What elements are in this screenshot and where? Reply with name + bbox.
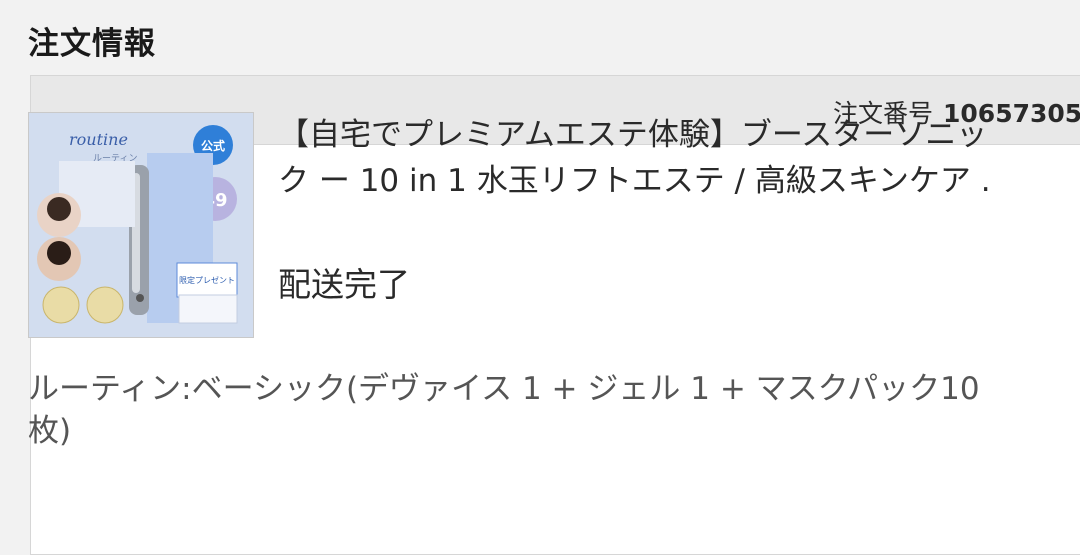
product-variant-line-2: 枚) <box>28 413 72 449</box>
image-brand: routine <box>69 130 128 149</box>
image-official-badge: 公式 <box>201 138 225 153</box>
product-thumbnail[interactable]: routine ルーティン 公式 49 限定プレゼント <box>28 112 254 338</box>
delivery-status: 配送完了 <box>278 265 410 304</box>
product-variant-line-1: ルーティン:ベーシック(デヴァイス 1 + ジェル 1 + マスクパック10 <box>28 371 980 407</box>
product-title[interactable]: 【自宅でプレミアムエステ体験】ブースターソニッ ク ー 10 in 1 水玉リフ… <box>278 112 1078 204</box>
product-title-line-2[interactable]: ク ー 10 in 1 水玉リフトエステ / 高級スキンケア . <box>278 158 1078 204</box>
page-title: 注文情報 <box>28 26 156 62</box>
product-title-line-1[interactable]: 【自宅でプレミアムエステ体験】ブースターソニッ <box>278 112 1078 158</box>
product-variant: ルーティン:ベーシック(デヴァイス 1 + ジェル 1 + マスクパック10 枚… <box>28 368 1080 452</box>
image-gift-label: 限定プレゼント <box>179 275 235 285</box>
